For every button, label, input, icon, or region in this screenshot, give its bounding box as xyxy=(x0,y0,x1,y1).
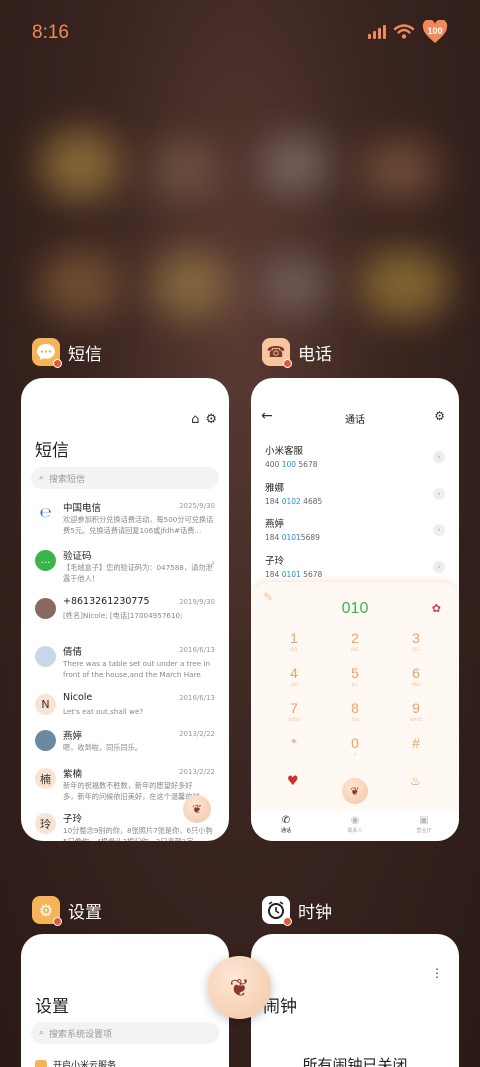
contact-row[interactable]: 雅娜 184 0102 4685 › xyxy=(265,480,445,512)
battery-icon: 100 xyxy=(422,20,448,44)
avatar: 玲 xyxy=(35,813,56,834)
dial-key[interactable]: 4 GHI xyxy=(269,665,319,697)
contact-row[interactable]: 子玲 184 0101 5678 › xyxy=(265,553,445,585)
recent-card-clock[interactable]: ⋮ 闹钟 所有闹钟已关闭 xyxy=(251,934,459,1067)
fire-icon[interactable]: ♨ xyxy=(410,774,421,788)
rose-icon: ❦ xyxy=(191,802,203,816)
list-item[interactable]: +8613261230775 2019/9/30 [姓名]Nicole; [电话… xyxy=(21,596,229,644)
contact-row[interactable]: 燕婷 184 01015689 › xyxy=(265,516,445,548)
list-item[interactable]: ℮ 中国电信 2025/9/30 欢迎参加积分兑换话费活动，每500分可兑换话费… xyxy=(21,500,229,548)
app-name-settings: 设置 xyxy=(68,902,102,923)
dial-key[interactable]: # xyxy=(391,735,441,767)
search-input[interactable]: ⌕ 搜索短信 xyxy=(31,467,219,489)
tab-service-hall[interactable]: ▣ 营业厅 xyxy=(399,815,449,834)
recent-app-header-messages[interactable]: 短信 xyxy=(32,338,102,368)
status-time: 8:16 xyxy=(32,22,69,43)
battery-level: 100 xyxy=(427,26,443,36)
search-icon: ⌕ xyxy=(39,473,45,483)
recent-card-settings[interactable]: 设置 ⌕ 搜索系统设置项 开启小米云服务 xyxy=(21,934,229,1067)
rose-icon: ❦ xyxy=(350,784,360,798)
chevron-right-icon[interactable]: › xyxy=(433,451,445,463)
more-options-icon[interactable]: ⋮ xyxy=(431,966,443,980)
call-button[interactable]: ❦ xyxy=(342,778,368,804)
recent-app-header-settings[interactable]: ⚙ 设置 xyxy=(32,896,102,926)
page-title: 设置 xyxy=(35,997,69,1017)
dial-key[interactable]: 5 JKL xyxy=(330,665,380,697)
store-icon: ▣ xyxy=(419,815,429,826)
contact-row[interactable]: 小米客服 400 100 5678 › xyxy=(265,443,445,475)
tab-contacts[interactable]: ◉ 联系人 xyxy=(330,815,380,834)
page-title: 通话 xyxy=(345,415,365,426)
tab-calls[interactable]: ✆ 通话 xyxy=(261,815,311,834)
bottom-tab-bar: ✆ 通话 ◉ 联系人 ▣ 营业厅 xyxy=(251,811,459,841)
dial-key[interactable]: 2 ABC xyxy=(330,630,380,662)
avatar xyxy=(35,646,56,667)
avatar: 楠 xyxy=(35,768,56,789)
dial-key[interactable]: 7 PQRS xyxy=(269,700,319,732)
app-name-phone: 电话 xyxy=(298,344,332,365)
chat-bubble-icon: … xyxy=(35,550,56,571)
chevron-right-icon[interactable]: › xyxy=(433,488,445,500)
recent-app-header-phone[interactable]: ☎ 电话 xyxy=(262,338,332,368)
signal-icon xyxy=(368,25,386,39)
phone-icon: ✆ xyxy=(281,815,291,826)
floating-ball-button[interactable]: ❦ xyxy=(208,956,271,1019)
chevron-right-icon[interactable]: › xyxy=(433,561,445,573)
avatar xyxy=(35,598,56,619)
dial-key[interactable]: 0 + xyxy=(330,735,380,767)
dialpad: ✎ 010 ✿ 1 QQ 2 ABC 3 DEF 4 GHI 5 JKL 6 MNO 7 PQ… xyxy=(251,582,459,812)
recent-card-messages[interactable]: ⌂ ⚙ 短信 ⌕ 搜索短信 ℮ 中国电信 2025/9/30 欢迎参加积分兑换话… xyxy=(21,378,229,841)
empty-state-text: 所有闹钟已关闭 xyxy=(302,1056,408,1067)
dial-key[interactable]: * xyxy=(269,735,319,767)
avatar xyxy=(35,730,56,751)
contact-icon: ◉ xyxy=(350,815,360,826)
gear-icon[interactable]: ⚙ xyxy=(205,412,217,427)
clock-app-icon xyxy=(262,896,292,926)
dial-key[interactable]: 3 DEF xyxy=(391,630,441,662)
recent-app-header-clock[interactable]: 时钟 xyxy=(262,896,332,926)
avatar: N xyxy=(35,694,56,715)
wallpaper-blur xyxy=(40,130,120,200)
settings-app-icon: ⚙ xyxy=(32,896,62,926)
phone-app-icon: ☎ xyxy=(262,338,292,368)
messages-app-icon xyxy=(32,338,62,368)
status-bar: 8:16 100 xyxy=(0,0,480,68)
list-item[interactable]: … 验证码 › 【毛绒盒子】您的验证码为：047588，请勿泄露于他人！ xyxy=(21,548,229,596)
list-item[interactable]: 倩倩 2016/6/13 There was a table set out u… xyxy=(21,644,229,692)
chevron-right-icon[interactable]: › xyxy=(433,524,445,536)
delete-flower-icon[interactable]: ✿ xyxy=(432,602,441,615)
dial-key[interactable]: 8 TUV xyxy=(330,700,380,732)
gear-icon[interactable]: ⚙ xyxy=(434,409,445,423)
settings-item[interactable]: 开启小米云服务 xyxy=(35,1058,116,1067)
compose-button[interactable]: ❦ xyxy=(183,795,211,823)
cleanup-icon[interactable]: ⌂ xyxy=(191,412,199,427)
cloud-icon xyxy=(35,1059,47,1067)
dial-input[interactable]: 010 xyxy=(251,600,459,618)
app-name-clock: 时钟 xyxy=(298,902,332,923)
china-telecom-logo-icon: ℮ xyxy=(39,504,52,521)
dial-key[interactable]: 9 WXYZ xyxy=(391,700,441,732)
dial-key[interactable]: 1 QQ xyxy=(269,630,319,662)
app-name-messages: 短信 xyxy=(68,344,102,365)
wifi-icon xyxy=(394,24,414,39)
recent-card-phone[interactable]: ← 通话 ⚙ 小米客服 400 100 5678 › 雅娜 184 0102 4… xyxy=(251,378,459,841)
search-input[interactable]: ⌕ 搜索系统设置项 xyxy=(31,1022,219,1044)
dial-key[interactable]: 6 MNO xyxy=(391,665,441,697)
heart-icon[interactable]: ♥ xyxy=(287,774,299,789)
page-title: 短信 xyxy=(35,441,69,461)
rose-icon: ❦ xyxy=(229,973,250,1002)
search-icon: ⌕ xyxy=(39,1028,45,1038)
